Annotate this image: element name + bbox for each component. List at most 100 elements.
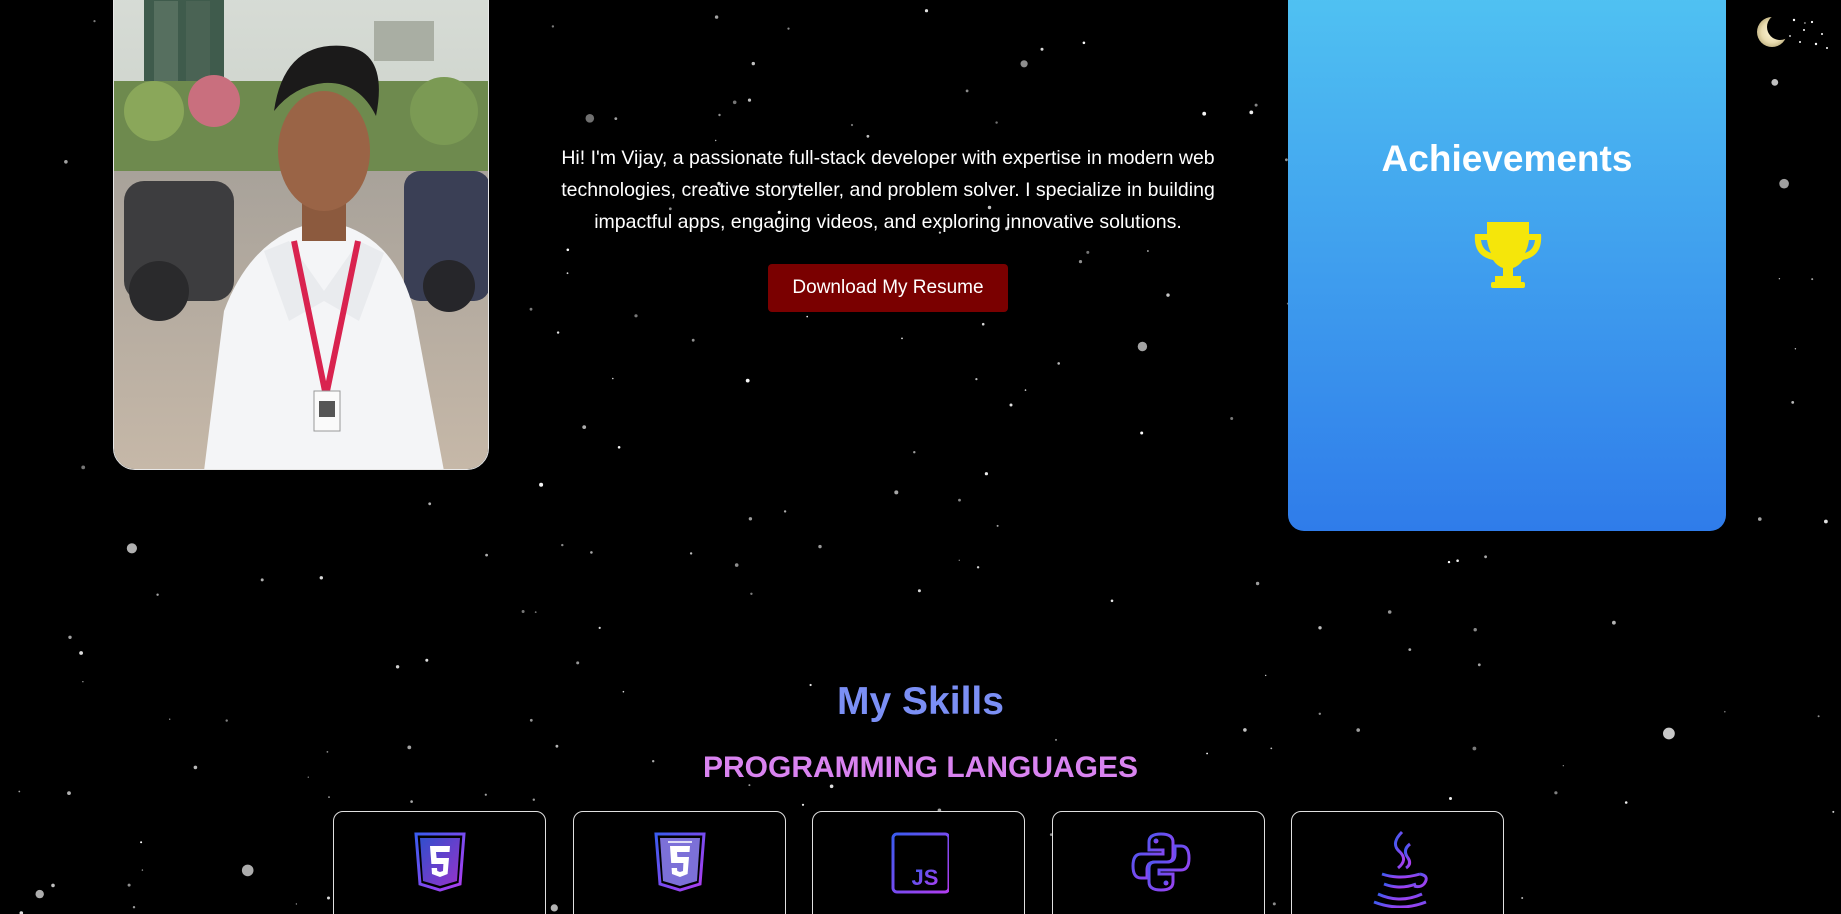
star xyxy=(532,798,535,801)
star xyxy=(634,314,638,318)
star xyxy=(614,117,618,120)
star xyxy=(132,906,136,909)
star xyxy=(590,551,593,554)
skill-card-java[interactable] xyxy=(1291,811,1504,914)
skills-title: My Skills xyxy=(837,680,1004,723)
star xyxy=(425,658,429,662)
star xyxy=(787,27,790,30)
star xyxy=(1824,519,1828,524)
star xyxy=(1318,626,1322,630)
star xyxy=(783,510,787,513)
star xyxy=(801,803,805,806)
star xyxy=(428,502,432,506)
star xyxy=(561,543,564,547)
star xyxy=(328,796,330,798)
star xyxy=(1794,348,1797,350)
star xyxy=(156,593,159,596)
star xyxy=(67,791,71,795)
star xyxy=(996,524,999,527)
star xyxy=(1110,599,1114,603)
star xyxy=(1020,60,1028,68)
star xyxy=(35,889,44,899)
star xyxy=(1408,648,1412,651)
star xyxy=(612,377,614,380)
star xyxy=(81,465,86,470)
star xyxy=(1449,797,1452,800)
star xyxy=(585,114,595,123)
star xyxy=(714,15,719,19)
star xyxy=(1140,431,1144,435)
star xyxy=(327,896,330,900)
star xyxy=(1554,791,1558,795)
star xyxy=(598,626,601,630)
star xyxy=(747,98,752,102)
star xyxy=(995,121,998,124)
svg-text:JS: JS xyxy=(912,865,939,890)
star xyxy=(241,864,254,877)
star xyxy=(295,903,298,905)
star xyxy=(551,25,555,28)
star xyxy=(715,139,717,142)
achievements-card[interactable]: Achievements xyxy=(1288,0,1726,531)
star xyxy=(539,482,544,487)
star xyxy=(556,331,560,334)
star xyxy=(924,9,929,13)
star xyxy=(691,338,695,342)
star xyxy=(1612,620,1616,625)
star xyxy=(1272,902,1276,906)
star xyxy=(410,800,413,803)
star xyxy=(582,425,587,429)
star xyxy=(521,610,525,613)
star xyxy=(1456,559,1459,562)
star xyxy=(829,784,834,789)
star xyxy=(1254,103,1258,107)
moon-icon xyxy=(1757,14,1828,49)
star xyxy=(1265,674,1267,677)
star xyxy=(79,651,83,655)
star xyxy=(64,160,68,164)
star xyxy=(976,566,980,569)
star xyxy=(718,113,721,117)
star xyxy=(555,744,559,748)
star xyxy=(534,611,537,613)
portfolio-page: Hi! I'm Vijay, a passionate full-stack d… xyxy=(0,0,1841,914)
theme-toggle[interactable] xyxy=(1752,12,1832,56)
star xyxy=(1832,810,1835,813)
star xyxy=(1270,747,1273,750)
star xyxy=(1472,746,1477,751)
star xyxy=(126,543,137,554)
star xyxy=(1243,728,1247,732)
star xyxy=(484,793,487,796)
star xyxy=(529,307,533,311)
star xyxy=(1778,278,1781,280)
star xyxy=(894,490,899,495)
star xyxy=(1758,517,1762,521)
star xyxy=(93,20,96,23)
skill-card-html5[interactable] xyxy=(333,811,546,914)
profile-photo xyxy=(114,0,488,469)
star xyxy=(806,315,808,318)
star xyxy=(1057,362,1060,365)
star xyxy=(689,552,693,555)
achievements-title: Achievements xyxy=(1381,138,1633,179)
star xyxy=(1477,663,1481,667)
star xyxy=(1447,560,1451,564)
star xyxy=(617,446,621,449)
intro-section: Hi! I'm Vijay, a passionate full-stack d… xyxy=(548,142,1228,312)
star xyxy=(917,589,921,593)
skill-card-python[interactable] xyxy=(1052,811,1265,914)
css3-icon xyxy=(654,832,706,892)
star xyxy=(981,322,985,326)
star xyxy=(1521,897,1524,899)
star xyxy=(1387,610,1392,614)
star xyxy=(850,123,854,127)
star xyxy=(1771,79,1779,86)
skill-card-css3[interactable] xyxy=(573,811,786,914)
skill-card-javascript[interactable]: JS xyxy=(812,811,1025,914)
star xyxy=(958,498,961,502)
download-resume-button[interactable]: Download My Resume xyxy=(768,264,1008,312)
star xyxy=(1230,417,1234,420)
star xyxy=(732,100,737,105)
star xyxy=(913,451,916,454)
star xyxy=(818,544,822,549)
